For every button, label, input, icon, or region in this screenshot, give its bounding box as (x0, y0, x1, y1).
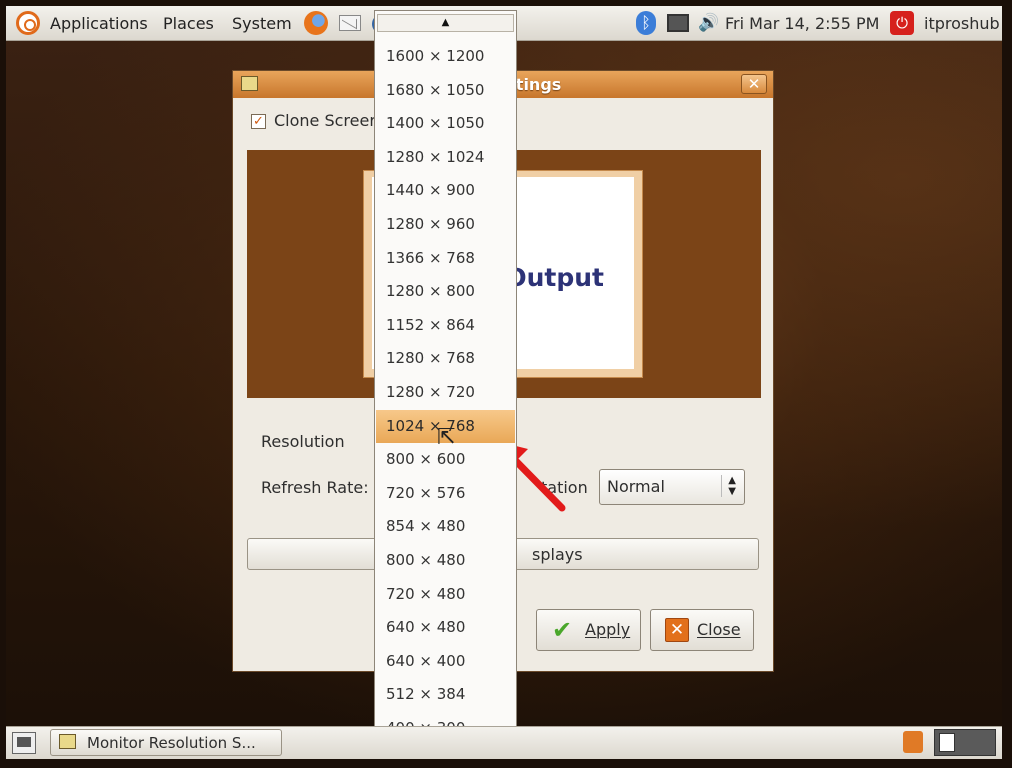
resolution-option[interactable]: 1280 × 960 (376, 208, 515, 241)
resolution-option[interactable]: 1440 × 900 (376, 174, 515, 207)
checkmark-icon: ✔ (552, 616, 573, 644)
taskbar-window-label: Monitor Resolution S... (87, 734, 256, 752)
resolution-option[interactable]: 1152 × 864 (376, 309, 515, 342)
user-name[interactable]: itproshub (924, 14, 1000, 33)
resolution-option[interactable]: 800 × 600 (376, 443, 515, 476)
resolution-option[interactable]: 720 × 576 (376, 477, 515, 510)
clone-screen-checkbox[interactable]: ✓ (251, 114, 266, 129)
close-button[interactable]: ✕ Close (650, 609, 754, 651)
menu-system[interactable]: System (232, 14, 292, 33)
workspace-switcher[interactable] (934, 729, 996, 756)
resolution-option[interactable]: 1400 × 1050 (376, 107, 515, 140)
trash-icon[interactable] (903, 731, 923, 753)
resolution-dropdown[interactable]: ▲ 1600 × 1200 1680 × 1050 1400 × 1050 1280 … (374, 10, 517, 756)
ubuntu-logo-icon[interactable] (16, 11, 40, 35)
resolution-option[interactable]: 1280 × 720 (376, 376, 515, 409)
resolution-option[interactable]: 640 × 480 (376, 611, 515, 644)
bluetooth-icon[interactable]: ᛒ (636, 11, 656, 35)
scroll-up-arrow-icon[interactable]: ▲ (377, 14, 514, 32)
refresh-rate-label: Refresh Rate: (261, 478, 369, 497)
resolution-option[interactable]: 1600 × 1200 (376, 40, 515, 73)
network-icon[interactable] (667, 14, 689, 32)
resolution-option[interactable]: 854 × 480 (376, 510, 515, 543)
window-icon (59, 734, 76, 749)
firefox-icon[interactable] (304, 11, 328, 35)
resolution-option[interactable]: 512 × 384 (376, 678, 515, 711)
close-icon: ✕ (665, 618, 689, 642)
resolution-option[interactable]: 640 × 400 (376, 645, 515, 678)
rotation-value: Normal (607, 477, 665, 496)
rotation-select[interactable]: Normal ▲ ▼ (599, 469, 745, 505)
mail-icon[interactable] (339, 15, 361, 31)
volume-icon[interactable]: 🔊 (698, 13, 719, 33)
resolution-label: Resolution (261, 432, 345, 451)
clone-screen-label: Clone Screer (274, 111, 376, 130)
updown-arrows-icon: ▲ ▼ (721, 475, 736, 497)
taskbar-window-button[interactable]: Monitor Resolution S... (50, 729, 282, 756)
detect-displays-label: splays (532, 545, 583, 564)
close-label: Close (697, 620, 741, 639)
bottom-panel: Monitor Resolution S... (6, 726, 1002, 759)
menu-places[interactable]: Places (163, 14, 214, 33)
resolution-option[interactable]: 1680 × 1050 (376, 74, 515, 107)
apply-button[interactable]: ✔ Apply (536, 609, 641, 651)
resolution-option[interactable]: 720 × 480 (376, 578, 515, 611)
power-icon[interactable]: ⏻ (890, 11, 914, 35)
resolution-option-selected[interactable]: 1024 × 768 (376, 409, 515, 443)
clock[interactable]: Fri Mar 14, 2:55 PM (725, 14, 879, 33)
resolution-option[interactable]: 1280 × 1024 (376, 141, 515, 174)
resolution-option[interactable]: 1280 × 800 (376, 275, 515, 308)
resolution-option[interactable]: 1280 × 768 (376, 342, 515, 375)
show-desktop-icon[interactable] (12, 732, 36, 754)
apply-label: Apply (585, 620, 631, 639)
menu-applications[interactable]: Applications (50, 14, 148, 33)
resolution-option[interactable]: 800 × 480 (376, 544, 515, 577)
window-close-button[interactable]: ✕ (741, 74, 767, 94)
resolution-option[interactable]: 1366 × 768 (376, 242, 515, 275)
